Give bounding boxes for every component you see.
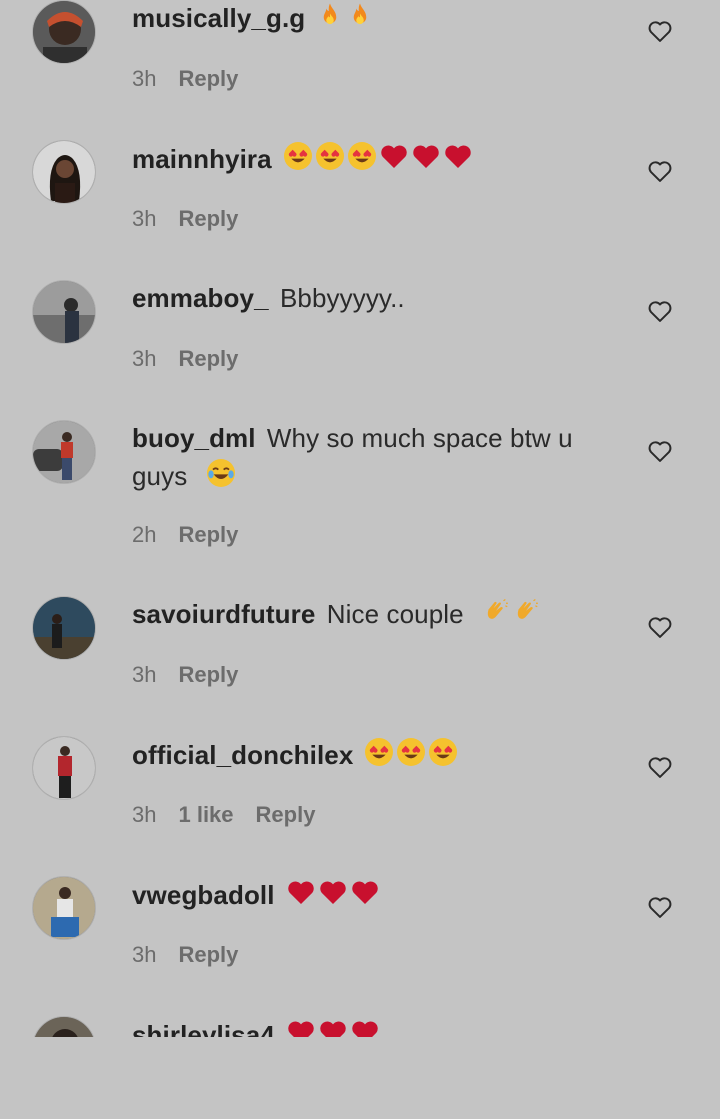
red-heart-emoji-icon — [285, 1016, 317, 1037]
heart-eyes-emoji-icon — [282, 140, 314, 182]
like-heart-icon[interactable] — [646, 753, 674, 781]
timestamp: 3h — [132, 206, 157, 231]
comment-emojis — [205, 459, 237, 491]
fire-emoji-icon — [315, 1, 345, 41]
red-heart-emoji-icon — [442, 140, 474, 182]
reply-button[interactable]: Reply — [178, 346, 238, 371]
avatar[interactable] — [32, 140, 96, 204]
avatar[interactable] — [32, 420, 96, 484]
avatar[interactable] — [32, 0, 96, 64]
like-heart-icon[interactable] — [646, 613, 674, 641]
red-heart-emoji-icon — [410, 140, 442, 182]
fire-emoji-icon — [345, 1, 375, 41]
heart-eyes-emoji-icon — [395, 736, 427, 778]
timestamp: 3h — [132, 942, 157, 967]
comment-emojis — [315, 3, 375, 33]
username[interactable]: official_donchilex — [132, 740, 353, 770]
reply-button[interactable]: Reply — [178, 522, 238, 547]
comment-emojis — [363, 738, 459, 770]
reply-button[interactable]: Reply — [256, 802, 316, 827]
heart-eyes-emoji-icon — [363, 736, 395, 778]
avatar[interactable] — [32, 1016, 96, 1037]
username[interactable]: buoy_dml — [132, 423, 256, 453]
like-heart-icon[interactable] — [646, 437, 674, 465]
comment-emojis — [285, 1020, 381, 1037]
clapping-hands-emoji-icon — [511, 597, 541, 637]
comment-text: Nice couple — [326, 599, 464, 629]
username[interactable]: shirleylisa4 — [132, 1020, 275, 1037]
timestamp: 3h — [132, 346, 157, 371]
heart-eyes-emoji-icon — [314, 140, 346, 182]
timestamp: 2h — [132, 522, 157, 547]
comment-list[interactable]: musically_g.g 3h Reply mainnhyira 3h Reply… — [0, 0, 720, 1037]
comment-text: Bbbyyyyy.. — [279, 283, 405, 313]
reply-button[interactable]: Reply — [178, 206, 238, 231]
username[interactable]: mainnhyira — [132, 144, 272, 174]
username[interactable]: savoiurdfuture — [132, 599, 315, 629]
red-heart-emoji-icon — [317, 1016, 349, 1037]
timestamp: 3h — [132, 662, 157, 687]
comment-emojis — [282, 142, 474, 174]
like-heart-icon[interactable] — [646, 17, 674, 45]
red-heart-emoji-icon — [349, 1016, 381, 1037]
reply-button[interactable]: Reply — [178, 66, 238, 91]
avatar[interactable] — [32, 596, 96, 660]
like-count[interactable]: 1 like — [178, 802, 233, 827]
heart-eyes-emoji-icon — [346, 140, 378, 182]
username[interactable]: vwegbadoll — [132, 880, 275, 910]
heart-eyes-emoji-icon — [427, 736, 459, 778]
like-heart-icon[interactable] — [646, 157, 674, 185]
red-heart-emoji-icon — [349, 876, 381, 918]
red-heart-emoji-icon — [378, 140, 410, 182]
clapping-hands-emoji-icon — [481, 597, 511, 637]
timestamp: 3h — [132, 66, 157, 91]
username[interactable]: musically_g.g — [132, 3, 305, 33]
avatar[interactable] — [32, 736, 96, 800]
reply-button[interactable]: Reply — [178, 662, 238, 687]
tears-of-joy-emoji-icon — [205, 457, 237, 499]
reply-button[interactable]: Reply — [178, 942, 238, 967]
red-heart-emoji-icon — [317, 876, 349, 918]
red-heart-emoji-icon — [285, 876, 317, 918]
like-heart-icon[interactable] — [646, 1033, 674, 1037]
avatar[interactable] — [32, 876, 96, 940]
like-heart-icon[interactable] — [646, 297, 674, 325]
avatar[interactable] — [32, 280, 96, 344]
comment-emojis — [285, 880, 381, 910]
comment-emojis — [481, 598, 541, 629]
username[interactable]: emmaboy_ — [132, 283, 269, 313]
timestamp: 3h — [132, 802, 157, 827]
like-heart-icon[interactable] — [646, 893, 674, 921]
